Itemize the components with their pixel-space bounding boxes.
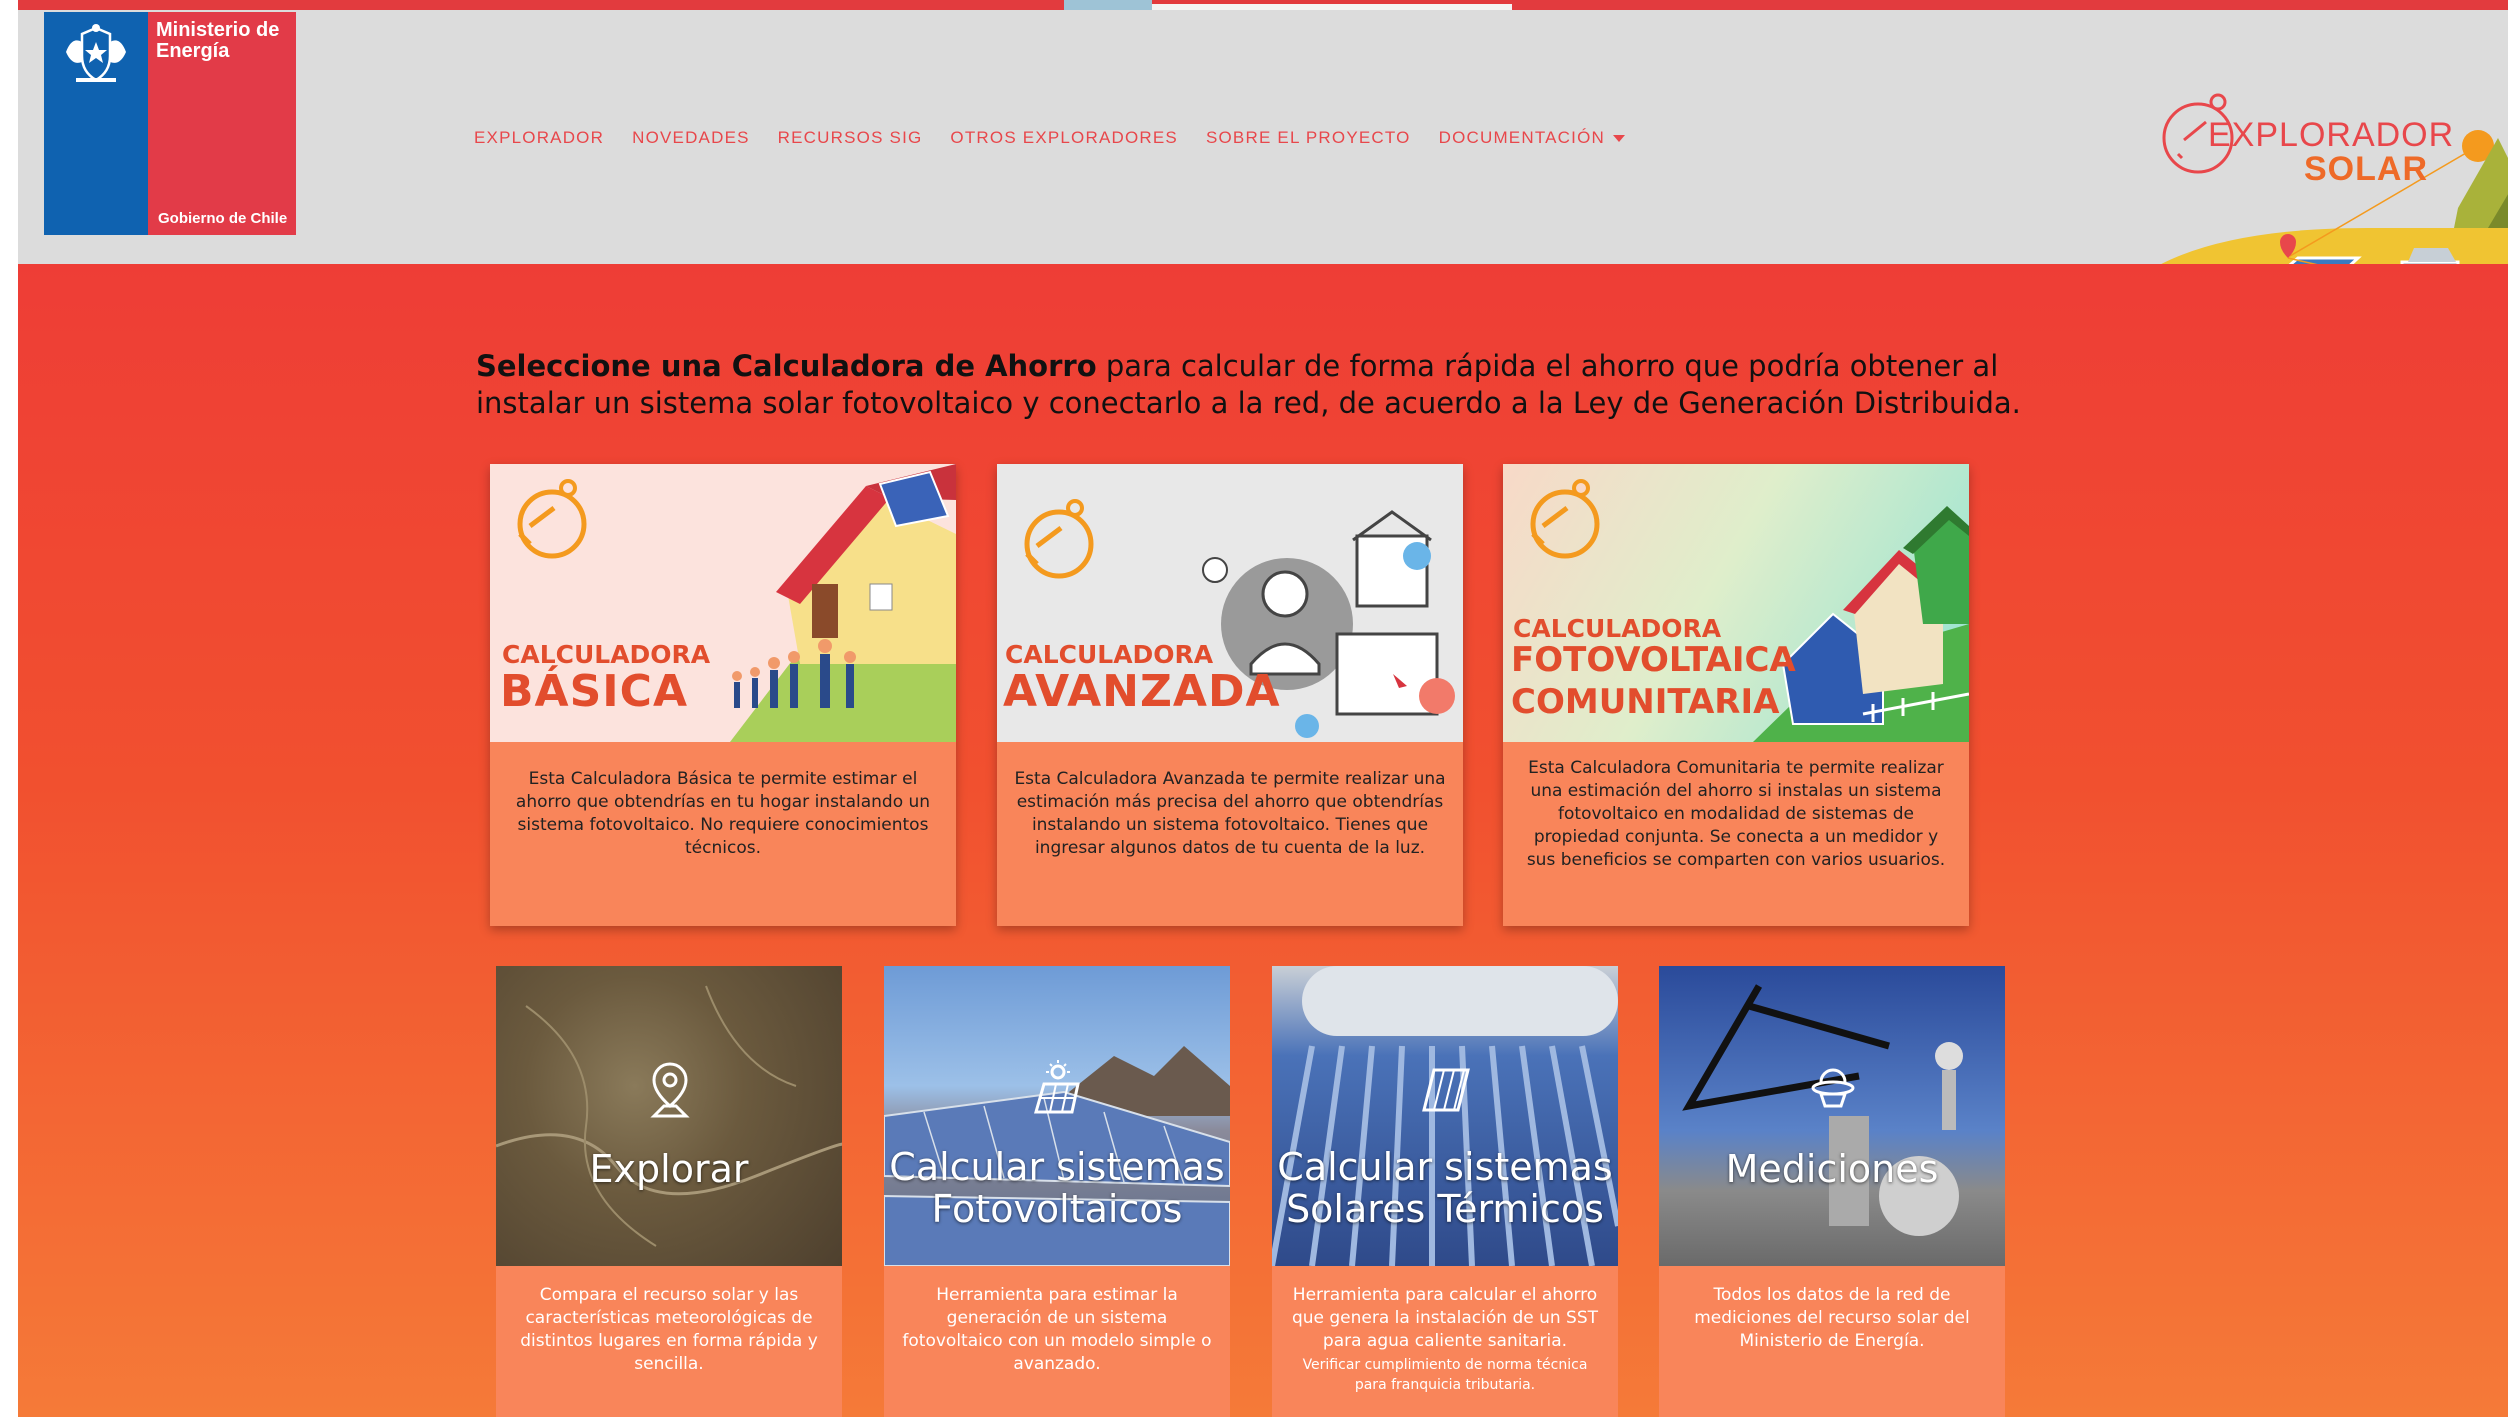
left-margin [0,0,18,1417]
card-calculadora-avanzada[interactable]: CALCULADORA AVANZADA Esta Calculadora Av… [997,464,1463,926]
intro-bold: Seleccione una Calculadora de Ahorro [476,349,1097,383]
card-termicos-description: Herramienta para calcular el ahorro que … [1286,1284,1604,1395]
card-calcular-solares-termicos[interactable]: Calcular sistemas Solares Térmicos Herra… [1272,966,1618,1417]
card-avanzada-label-small: CALCULADORA [1005,640,1214,669]
solar-thermal-collector-icon [1422,1068,1470,1112]
nav-sobre-el-proyecto[interactable]: SOBRE EL PROYECTO [1206,128,1411,148]
ministry-logo[interactable]: Ministerio de Energía Gobierno de Chile [44,12,296,235]
card-fotovoltaicos-title-line1: Calcular sistemas [889,1145,1225,1189]
nav-explorador-label: EXPLORADOR [474,128,605,147]
card-termicos-desc-note: Verificar cumplimiento de norma técnica … [1302,1357,1588,1393]
card-calculadora-basica[interactable]: CALCULADORA BÁSICA Esta Calculadora Bási… [490,464,956,926]
card-explorar-description: Compara el recurso solar y las caracterí… [520,1285,818,1374]
card-termicos-title-line2: Solares Térmicos [1286,1187,1604,1231]
card-fotovoltaicos-image: Calcular sistemas Fotovoltaicos [884,966,1230,1266]
main-content: Seleccione una Calculadora de Ahorro par… [18,264,2508,1417]
card-mediciones-image: Mediciones [1659,966,2005,1266]
nav-recursos-sig-label: RECURSOS SIG [777,128,923,147]
solar-panel-sun-icon [1034,1060,1080,1114]
card-explorar-image: Explorar [496,966,842,1266]
card-comunitaria-label-big: COMUNITARIA [1511,682,1780,722]
top-accent-line [0,0,2508,10]
nav-documentacion-label: DOCUMENTACIÓN [1438,128,1605,147]
card-termicos-title-line1: Calcular sistemas [1277,1145,1613,1189]
card-explorar-title: Explorar [589,1147,749,1191]
card-calculadora-comunitaria[interactable]: CALCULADORA FOTOVOLTAICA COMUNITARIA Est… [1503,464,1969,926]
nav-novedades-label: NOVEDADES [632,128,750,147]
card-explorar[interactable]: Explorar Compara el recurso solar y las … [496,966,842,1417]
card-basica-image: CALCULADORA BÁSICA [490,464,956,742]
logo-government-name: Gobierno de Chile [158,210,288,227]
card-comunitaria-label-mid: FOTOVOLTAICA [1511,640,1796,680]
card-comunitaria-image: CALCULADORA FOTOVOLTAICA COMUNITARIA [1503,464,1969,742]
pyranometer-icon [1811,1068,1855,1108]
card-calcular-fotovoltaicos[interactable]: Calcular sistemas Fotovoltaicos Herramie… [884,966,1230,1417]
intro-text: Seleccione una Calculadora de Ahorro par… [476,348,2076,422]
main-nav: EXPLORADOR NOVEDADES RECURSOS SIG OTROS … [474,128,1653,148]
map-pin-icon [650,1062,690,1118]
loading-indicator [1064,0,1152,10]
nav-otros-exploradores[interactable]: OTROS EXPLORADORES [950,128,1178,148]
card-avanzada-description: Esta Calculadora Avanzada te permite rea… [1014,769,1446,858]
caret-down-icon [1613,134,1625,142]
nav-novedades[interactable]: NOVEDADES [632,128,750,148]
nav-otros-exploradores-label: OTROS EXPLORADORES [950,128,1178,147]
nav-explorador[interactable]: EXPLORADOR [474,128,604,148]
card-comunitaria-description: Esta Calculadora Comunitaria te permite … [1526,757,1946,870]
brand-word-solar: SOLAR [2304,150,2428,188]
logo-red-panel: Ministerio de Energía Gobierno de Chile [148,12,296,235]
card-basica-description: Esta Calculadora Básica te permite estim… [515,769,931,858]
card-basica-label-small: CALCULADORA [502,640,711,669]
logo-blue-panel [44,12,148,235]
nav-recursos-sig[interactable]: RECURSOS SIG [778,128,923,148]
card-mediciones[interactable]: Mediciones Todos los datos de la red de … [1659,966,2005,1417]
card-avanzada-label-big: AVANZADA [1003,666,1281,717]
card-mediciones-title: Mediciones [1725,1147,1939,1191]
logo-ministry-name: Ministerio de Energía [156,19,280,62]
card-termicos-desc-main: Herramienta para calcular el ahorro que … [1291,1285,1599,1351]
site-header: Ministerio de Energía Gobierno de Chile … [18,10,2508,334]
card-basica-label-big: BÁSICA [500,666,688,717]
card-fotovoltaicos-title-line2: Fotovoltaicos [931,1187,1183,1231]
card-comunitaria-label-small: CALCULADORA [1513,614,1722,643]
card-termicos-image: Calcular sistemas Solares Térmicos [1272,966,1618,1266]
nav-documentacion-dropdown[interactable]: DOCUMENTACIÓN [1439,128,1625,148]
card-fotovoltaicos-description: Herramienta para estimar la generación d… [902,1285,1212,1374]
card-mediciones-description: Todos los datos de la red de mediciones … [1694,1285,1970,1351]
coat-of-arms-icon [66,24,126,82]
nav-sobre-el-proyecto-label: SOBRE EL PROYECTO [1205,128,1411,147]
card-avanzada-image: CALCULADORA AVANZADA [997,464,1463,742]
